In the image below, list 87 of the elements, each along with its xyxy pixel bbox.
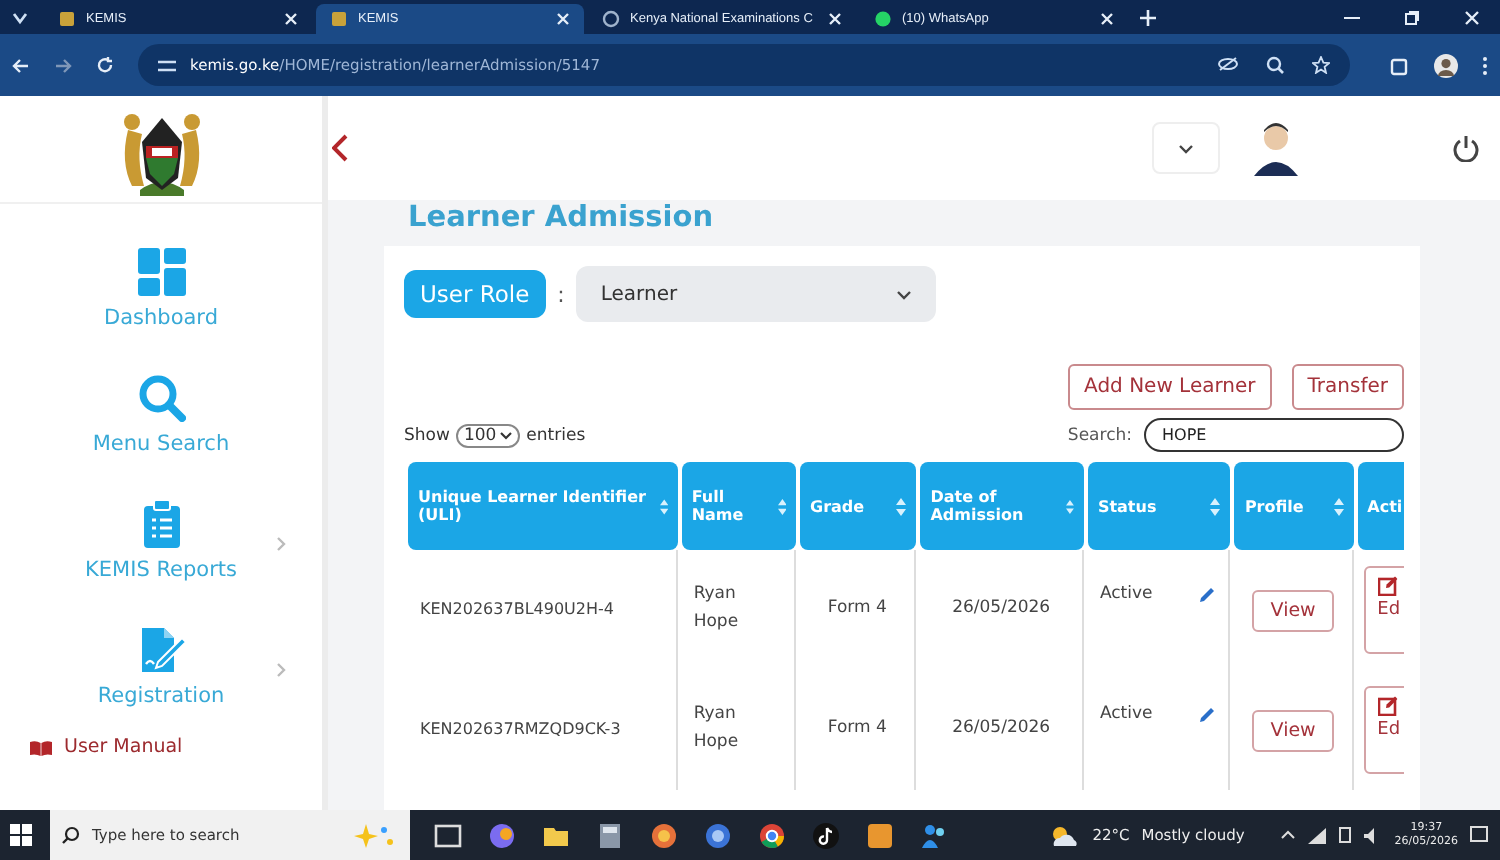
chevron-down-icon <box>896 289 913 299</box>
more-options-icon[interactable] <box>1482 55 1488 75</box>
calculator-icon[interactable] <box>596 821 624 849</box>
table-cell: 26/05/2026 <box>920 670 1084 790</box>
tab-list-icon[interactable] <box>12 10 28 26</box>
sparkle-icon <box>350 821 398 849</box>
table-cell: Form 4 <box>800 550 917 670</box>
cloudy-weather-icon <box>1048 823 1081 847</box>
sort-icon <box>777 497 787 515</box>
tiktok-icon[interactable] <box>812 821 840 849</box>
user-role-label: User Role <box>404 270 546 318</box>
user-manual-link[interactable]: User Manual <box>0 708 322 758</box>
ring-app-icon[interactable] <box>650 821 678 849</box>
network-icon[interactable] <box>1308 827 1327 843</box>
battery-icon[interactable] <box>1338 826 1353 844</box>
people-app-icon[interactable] <box>920 821 948 849</box>
collapse-chevron-icon[interactable] <box>332 134 348 162</box>
pencil-icon[interactable] <box>1198 706 1217 725</box>
notification-icon[interactable] <box>1470 826 1488 844</box>
site-settings-icon[interactable] <box>158 57 176 73</box>
separator-text: : <box>557 281 565 307</box>
view-button[interactable]: View <box>1252 589 1334 631</box>
page-title: Learner Admission <box>406 200 716 238</box>
crest-icon <box>330 10 348 28</box>
windows-start-icon[interactable] <box>10 824 32 846</box>
dashboard-grid-icon <box>137 248 185 296</box>
action-button[interactable]: Transfer <box>1291 364 1404 410</box>
close-icon[interactable] <box>284 12 298 26</box>
show-label: Show <box>404 425 450 445</box>
chevron-right-icon <box>276 662 286 678</box>
chevron-down-icon <box>1178 143 1194 153</box>
search-icon <box>62 826 80 844</box>
restore-icon[interactable] <box>1404 10 1420 26</box>
status-text: Active <box>1099 582 1153 608</box>
entries-label: entries <box>526 425 586 445</box>
sort-icon <box>1333 497 1344 515</box>
table-cell: 26/05/2026 <box>920 550 1084 670</box>
reload-icon[interactable] <box>96 56 114 74</box>
edit-button[interactable]: Ed <box>1363 566 1404 654</box>
copilot-icon[interactable] <box>488 821 516 849</box>
crest-icon <box>58 10 76 28</box>
back-icon[interactable] <box>12 57 30 73</box>
circle-app-icon[interactable] <box>704 821 732 849</box>
caret-up-icon[interactable] <box>1280 830 1297 840</box>
sort-icon <box>659 497 668 515</box>
search-label: Search: <box>1067 425 1132 445</box>
document-pen-icon <box>137 626 185 674</box>
pencil-icon[interactable] <box>1198 586 1217 605</box>
search-icon <box>137 374 185 422</box>
app-tile-icon[interactable] <box>866 821 894 849</box>
sort-icon <box>1066 497 1074 515</box>
profile-avatar-icon[interactable] <box>1434 53 1458 77</box>
edit-icon <box>1377 576 1398 596</box>
status-text: Active <box>1099 702 1153 728</box>
sort-icon <box>1210 497 1221 515</box>
action-button[interactable]: Add New Learner <box>1068 364 1272 410</box>
search-field[interactable]: HOPE <box>1144 418 1404 452</box>
close-icon[interactable] <box>828 12 842 26</box>
power-icon[interactable] <box>1452 134 1480 162</box>
chrome-icon[interactable] <box>758 821 786 849</box>
star-icon[interactable] <box>1312 56 1330 74</box>
role-select[interactable]: Learner <box>576 266 937 322</box>
user-avatar-icon[interactable] <box>1248 120 1304 176</box>
chevron-right-icon <box>276 536 286 552</box>
globe-icon <box>602 10 620 28</box>
forward-icon <box>54 57 72 73</box>
close-icon[interactable] <box>1464 10 1480 26</box>
new-tab-icon[interactable] <box>1140 10 1156 26</box>
eye-off-icon[interactable] <box>1218 56 1238 72</box>
table-cell: KEN202637RMZQD9CK-3 <box>408 670 678 790</box>
view-button[interactable]: View <box>1252 709 1334 751</box>
book-icon <box>30 739 52 755</box>
table-cell: Ryan Hope <box>681 550 797 670</box>
table-cell: KEN202637BL490U2H-4 <box>408 550 678 670</box>
entries-select[interactable]: 100 <box>455 423 521 447</box>
zoom-icon[interactable] <box>1266 56 1284 74</box>
chat-icon <box>874 10 892 28</box>
task-view-icon[interactable] <box>434 821 462 849</box>
table-cell: Ryan Hope <box>681 670 797 790</box>
close-icon[interactable] <box>556 12 570 26</box>
sort-icon <box>896 497 907 515</box>
chevron-down-icon <box>500 431 513 439</box>
edit-button[interactable]: Ed <box>1363 686 1404 774</box>
close-icon[interactable] <box>1100 12 1114 26</box>
table-cell: Form 4 <box>800 670 917 790</box>
edit-icon <box>1377 696 1398 716</box>
extensions-icon[interactable] <box>1390 55 1410 75</box>
